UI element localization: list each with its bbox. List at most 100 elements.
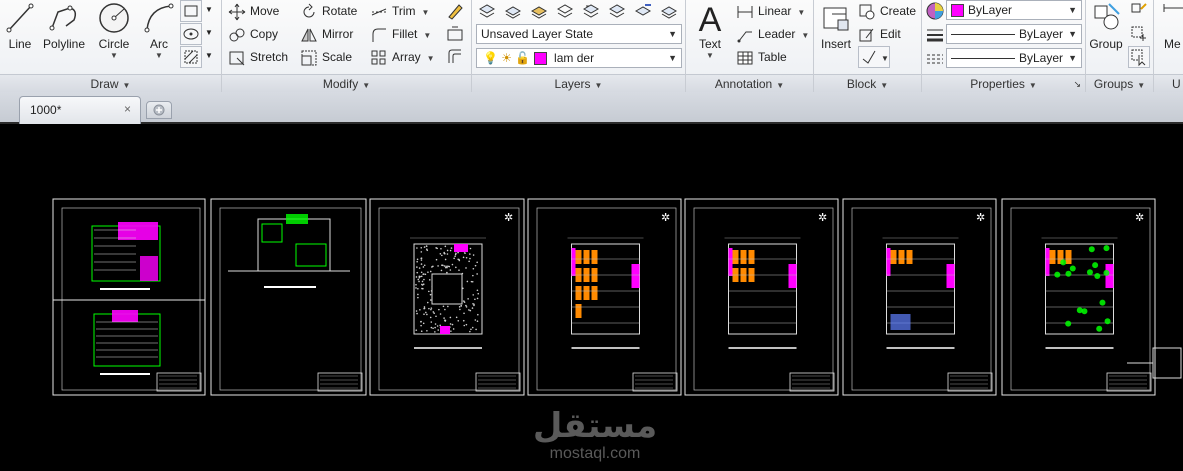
draw-panel: Line Polyline Circle ▼ Arc ▼ ▼ ▼ ▼ Draw … — [0, 0, 222, 92]
match-properties-button[interactable] — [924, 0, 946, 22]
layer-unisolate-button[interactable] — [658, 0, 680, 22]
lineweight-select[interactable]: ByLayer ▼ — [946, 24, 1082, 44]
gravel-hatch — [470, 280, 473, 283]
arc-tool[interactable]: Arc ▼ — [140, 0, 178, 70]
array-button[interactable]: Array ▼ — [370, 46, 435, 68]
scale-button[interactable]: Scale — [300, 46, 352, 68]
plan-furniture — [732, 250, 739, 264]
lightbulb-icon[interactable]: 💡 — [483, 51, 498, 65]
hatch-button[interactable] — [180, 23, 202, 45]
move-button[interactable]: Move — [228, 0, 279, 22]
linear-dropdown-icon[interactable]: ▼ — [797, 8, 805, 17]
circle-dropdown-icon[interactable]: ▼ — [94, 51, 134, 60]
rectangle-button[interactable] — [180, 0, 202, 22]
edit-block-button[interactable]: Edit — [858, 23, 901, 45]
gravel-hatch — [427, 271, 429, 273]
utilities-panel-title[interactable]: U — [1154, 74, 1183, 92]
fillet-button[interactable]: Fillet ▼ — [370, 23, 431, 45]
unlock-icon[interactable]: 🔓 — [515, 51, 530, 65]
utilities-panel: Me U — [1154, 0, 1183, 92]
linear-dimension-button[interactable]: Linear ▼ — [736, 0, 805, 22]
group-selection-button[interactable] — [1128, 46, 1150, 68]
group-tool[interactable]: Group — [1088, 0, 1124, 70]
linetype-icon-button[interactable] — [924, 48, 946, 70]
gravel-hatch — [446, 253, 449, 255]
layer-state-select[interactable]: Unsaved Layer State ▼ — [476, 24, 682, 44]
measure-tool[interactable]: Me — [1160, 0, 1183, 70]
layer-lock-button[interactable] — [632, 0, 654, 22]
copy-button[interactable]: Copy — [228, 23, 278, 45]
line-tool[interactable]: Line — [3, 0, 37, 70]
document-tab[interactable]: 1000* × — [19, 96, 141, 124]
draw-extra-dropdown-icon[interactable]: ▼ — [205, 28, 213, 37]
fillet-icon — [372, 28, 386, 42]
sheet-inner-border — [851, 207, 992, 391]
floor-plan — [728, 243, 797, 335]
layer-iso-button[interactable] — [528, 0, 550, 22]
gravel-hatch — [431, 266, 433, 268]
polyline-tool[interactable]: Polyline — [40, 0, 88, 70]
table-button[interactable]: Table — [736, 46, 787, 68]
layer-properties-button[interactable] — [476, 0, 498, 22]
gravel-hatch — [416, 266, 418, 268]
arc-dropdown-icon[interactable]: ▼ — [140, 51, 178, 60]
gravel-hatch — [417, 278, 420, 281]
north-arrow-icon: ✲ — [661, 211, 670, 224]
linetype-select[interactable]: ByLayer ▼ — [946, 48, 1082, 68]
properties-panel-title[interactable]: Properties ▼ ↘ — [922, 74, 1085, 92]
draw-extra-dropdown-icon[interactable]: ▼ — [205, 51, 213, 60]
trim-button[interactable]: Trim ▼ — [370, 0, 429, 22]
circle-tool[interactable]: Circle ▼ — [94, 0, 134, 70]
group-icon — [1094, 3, 1120, 30]
layer-walk-button[interactable] — [554, 0, 576, 22]
draw-panel-title[interactable]: Draw ▼ — [0, 74, 221, 92]
stretch-button[interactable]: Stretch — [228, 46, 288, 68]
text-dropdown-icon[interactable]: ▼ — [692, 51, 728, 60]
erase-button[interactable] — [444, 0, 466, 22]
offset-button[interactable] — [444, 46, 466, 68]
polyline-icon — [49, 5, 77, 31]
gradient-button[interactable] — [180, 46, 202, 68]
gravel-hatch — [465, 304, 467, 307]
block-attribute-button[interactable]: ▼ — [858, 46, 890, 68]
array-dropdown-icon[interactable]: ▼ — [427, 54, 435, 63]
insert-tool[interactable]: Insert — [816, 0, 856, 70]
elevation-mass — [118, 222, 158, 240]
modify-panel-title[interactable]: Modify ▼ — [222, 74, 471, 92]
ungroup-button[interactable] — [1128, 0, 1150, 22]
trim-dropdown-icon[interactable]: ▼ — [422, 8, 430, 17]
layer-freeze-button[interactable] — [580, 0, 602, 22]
drawing-canvas[interactable]: ✲ ✲ ✲ ✲ ✲ مستقل mostaql.com — [0, 126, 1183, 471]
layer-match-button[interactable] — [502, 0, 524, 22]
gravel-hatch — [439, 324, 441, 327]
sheet-border — [527, 198, 682, 396]
create-block-button[interactable]: Create — [858, 0, 916, 22]
sun-icon[interactable]: ☀ — [501, 51, 512, 65]
lineweight-icon-button[interactable] — [924, 24, 946, 46]
leader-button[interactable]: Leader ▼ — [736, 23, 809, 45]
rotate-button[interactable]: Rotate — [300, 0, 357, 22]
annotation-panel-title[interactable]: Annotation ▼ — [686, 74, 813, 92]
panel-launcher-icon[interactable]: ↘ — [1073, 75, 1081, 93]
new-tab-button[interactable] — [146, 101, 172, 119]
close-tab-icon[interactable]: × — [124, 102, 131, 116]
plan-furniture — [1065, 250, 1072, 264]
layers-panel-title[interactable]: Layers ▼ — [472, 74, 685, 92]
layer-select[interactable]: 💡 ☀ 🔓 lam der ▼ — [476, 48, 682, 68]
color-select[interactable]: ByLayer ▼ — [946, 0, 1082, 20]
block-panel-title[interactable]: Block ▼ — [814, 74, 921, 92]
mirror-button[interactable]: Mirror — [300, 23, 353, 45]
fillet-dropdown-icon[interactable]: ▼ — [423, 31, 431, 40]
groups-panel-title[interactable]: Groups ▼ — [1086, 74, 1153, 92]
chevron-down-icon: ▼ — [1068, 53, 1077, 63]
explode-icon — [447, 26, 463, 41]
leader-dropdown-icon[interactable]: ▼ — [801, 31, 809, 40]
text-tool[interactable]: A Text ▼ — [692, 0, 728, 70]
gravel-hatch — [458, 269, 460, 271]
gravel-hatch — [449, 316, 452, 319]
gravel-hatch — [416, 247, 418, 249]
group-edit-button[interactable] — [1128, 23, 1150, 45]
explode-button[interactable] — [444, 23, 466, 45]
draw-extra-dropdown-icon[interactable]: ▼ — [205, 5, 213, 14]
layer-off-button[interactable] — [606, 0, 628, 22]
